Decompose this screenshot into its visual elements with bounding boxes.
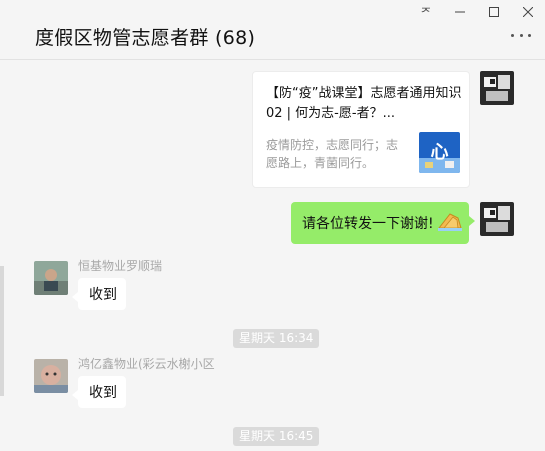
chat-title: 度假区物管志愿者群 (68): [35, 27, 256, 49]
self-avatar[interactable]: [480, 71, 514, 105]
close-icon[interactable]: [511, 0, 545, 24]
contact-avatar[interactable]: [34, 261, 68, 295]
pin-icon[interactable]: ᅎ: [409, 0, 443, 24]
scrollbar-thumb[interactable]: [0, 266, 4, 396]
link-card-thumb-text: 心: [431, 142, 449, 163]
link-card-message[interactable]: 【防“疫”战课堂】志愿者通用知识02 | 何为志-愿-者？... 疫情防控，志愿…: [252, 71, 470, 188]
message-text: 请各位转发一下谢谢!: [302, 216, 434, 232]
incoming-message-bubble[interactable]: 收到: [72, 376, 126, 408]
timestamp-divider: 星期天 16:34: [233, 329, 320, 348]
link-card-title: 【防“疫”战课堂】志愿者通用知识02 | 何为志-愿-者？...: [266, 86, 462, 121]
message-text: 收到: [89, 287, 117, 303]
message-list[interactable]: 【防“疫”战课堂】志愿者通用知识02 | 何为志-愿-者？... 疫情防控，志愿…: [0, 61, 545, 451]
incoming-message-bubble[interactable]: 收到: [72, 278, 126, 310]
more-dots-icon[interactable]: [511, 30, 531, 40]
window-controls: ᅎ: [409, 0, 545, 24]
chat-header: ᅎ 度假区物管志愿者群 (68): [0, 0, 545, 60]
scrollbar[interactable]: [0, 61, 4, 451]
link-card-description: 疫情防控，志愿同行；志愿路上，青菌同行。: [266, 138, 399, 170]
message-text: 收到: [89, 385, 117, 401]
contact-avatar[interactable]: [34, 359, 68, 393]
sender-name: 鸿亿鑫物业(彩云水榭小区: [78, 357, 215, 371]
sender-name: 恒基物业罗顺瑞: [78, 259, 163, 273]
folded-hands-icon: [436, 208, 464, 238]
outgoing-message-bubble[interactable]: 请各位转发一下谢谢!: [291, 202, 475, 244]
self-avatar[interactable]: [480, 202, 514, 236]
minimize-icon[interactable]: [443, 0, 477, 24]
maximize-icon[interactable]: [477, 0, 511, 24]
chat-window: ᅎ 度假区物管志愿者群 (68) 【防“疫”战课堂】志愿者通用知识02 | 何为…: [0, 0, 545, 451]
link-card-thumbnail: 心: [419, 132, 460, 173]
timestamp-divider: 星期天 16:45: [233, 427, 320, 446]
